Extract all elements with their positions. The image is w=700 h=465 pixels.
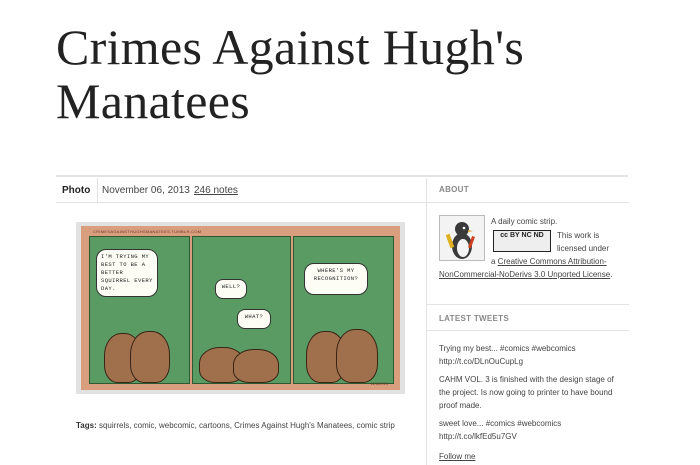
sidebar-divider xyxy=(427,330,629,331)
blog-title[interactable]: Crimes Against Hugh's Manatees xyxy=(56,20,656,128)
about-line: This work is xyxy=(557,231,600,240)
squirrel-figure xyxy=(130,331,170,383)
about-line: A daily comic strip. xyxy=(491,217,558,226)
tweet-item[interactable]: Trying my best... #comics #webcomics htt… xyxy=(439,342,623,368)
license-text: a Creative Commons Attribution-NonCommer… xyxy=(439,255,623,281)
about-line-prefix: a xyxy=(491,257,498,266)
sidebar-divider xyxy=(427,304,629,305)
post-tags: Tags: squirrels, comic, webcomic, cartoo… xyxy=(76,420,416,432)
license-suffix: . xyxy=(610,270,613,279)
comic-panel-3: WHERE'S MY RECOGNITION? xyxy=(293,236,394,384)
license-link[interactable]: Creative Commons Attribution-NonCommerci… xyxy=(439,257,610,279)
comic-panel-1: I'M TRYING MY BEST TO BE A BETTER SQUIRR… xyxy=(89,236,190,384)
speech-bubble: WHERE'S MY RECOGNITION? xyxy=(304,263,368,295)
post-type-label: Photo xyxy=(62,185,91,196)
meta-divider xyxy=(97,178,99,202)
tags-list[interactable]: squirrels, comic, webcomic, cartoons, Cr… xyxy=(99,421,395,430)
squirrel-figure xyxy=(336,329,378,383)
comic-panel-2: WELL? WHAT? xyxy=(192,236,291,384)
post-notes-link[interactable]: 246 notes xyxy=(194,185,238,196)
sidebar: ABOUT A daily comic strip. cc BY NC ND T… xyxy=(426,178,629,465)
post-photo[interactable]: CRIMESAGAINSTHUGHSMANATEES.TUMBLR.COM I'… xyxy=(76,222,405,394)
speech-bubble: WELL? xyxy=(215,279,247,299)
sidebar-divider xyxy=(427,202,629,203)
comic-date-text: 11/6/2013 xyxy=(370,381,389,386)
penguin-avatar-icon xyxy=(445,222,475,259)
speech-bubble: I'M TRYING MY BEST TO BE A BETTER SQUIRR… xyxy=(96,249,158,297)
cc-badge-icon: cc BY NC ND xyxy=(500,232,544,239)
comic-strip: CRIMESAGAINSTHUGHSMANATEES.TUMBLR.COM I'… xyxy=(81,226,400,390)
comic-header-text: CRIMESAGAINSTHUGHSMANATEES.TUMBLR.COM xyxy=(93,229,202,234)
post-meta-bar: Photo November 06, 2013 246 notes xyxy=(56,178,426,203)
speech-bubble: WHAT? xyxy=(237,309,271,329)
follow-me-link[interactable]: Follow me xyxy=(439,450,475,463)
tags-label: Tags: xyxy=(76,421,97,430)
post-date[interactable]: November 06, 2013 xyxy=(102,185,190,196)
post: Photo November 06, 2013 246 notes CRIMES… xyxy=(56,178,426,465)
squirrel-figure xyxy=(233,349,279,383)
tweets-heading: LATEST TWEETS xyxy=(439,314,509,323)
cc-license-badge[interactable]: cc BY NC ND xyxy=(493,230,551,252)
about-line: licensed under xyxy=(557,244,610,253)
tweet-item[interactable]: sweet love... #comics #webcomics http://… xyxy=(439,417,623,443)
about-heading: ABOUT xyxy=(439,185,469,194)
tweet-item[interactable]: CAHM VOL. 3 is finished with the design … xyxy=(439,373,623,412)
header-divider xyxy=(56,175,628,177)
